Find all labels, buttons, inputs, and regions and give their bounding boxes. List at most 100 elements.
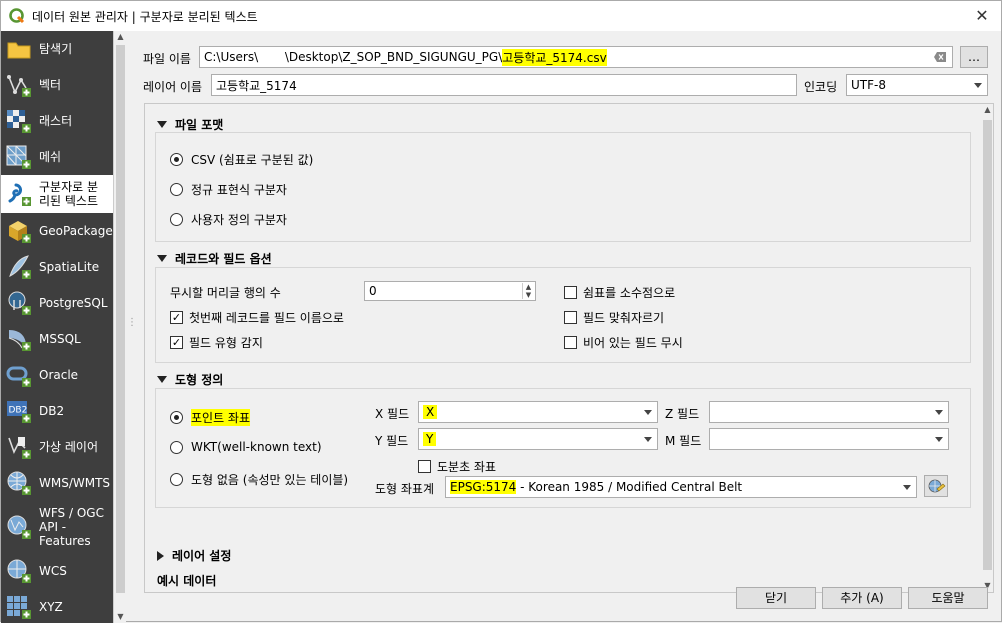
file-path-prefix: C:\Users\ \Desktop\Z_SOP_BND_SIGUNGU_PG\ [204, 50, 503, 64]
options-scroll-area: 파일 포맷 CSV (쉼표로 구분된 값) 정규 표현식 구분자 사용자 정의 … [144, 103, 994, 593]
sidebar-item-label: 구분자로 분 리된 텍스트 [39, 180, 98, 208]
m-field-select[interactable] [709, 428, 949, 450]
radio-custom-delimiter[interactable]: 사용자 정의 구분자 [170, 211, 287, 228]
expand-arrow-icon [157, 550, 164, 561]
virtual-layer-icon [8, 437, 31, 459]
section-title: 예시 데이터 [157, 574, 217, 588]
source-list: 탐색기 벡터 래스터 메쉬 구분자로 분 리된 텍스트 GeoPackage S… [1, 31, 113, 623]
radio-regex[interactable]: 정규 표현식 구분자 [170, 181, 287, 198]
browse-button[interactable]: … [960, 46, 988, 68]
checkbox-label: 도분초 좌표 [437, 460, 497, 474]
sidebar-item-virtual-layer[interactable]: 가상 레이어 [1, 429, 113, 465]
source-sidebar: 탐색기 벡터 래스터 메쉬 구분자로 분 리된 텍스트 GeoPackage S… [1, 31, 126, 623]
spin-arrows-icon[interactable]: ▲ ▼ [522, 283, 534, 299]
sidebar-item-geopackage[interactable]: GeoPackage [1, 213, 113, 249]
sidebar-item-spatialite[interactable]: SpatiaLite [1, 249, 113, 285]
sidebar-item-label: MSSQL [39, 332, 81, 346]
radio-wkt[interactable]: WKT(well-known text) [170, 440, 322, 454]
window-title: 데이터 원본 관리자 | 구분자로 분리된 텍스트 [32, 9, 258, 24]
decimal-comma-checkbox[interactable]: 쉼표를 소수점으로 [564, 284, 675, 301]
sidebar-item-raster[interactable]: 래스터 [1, 103, 113, 139]
splitter-handle[interactable]: ⋮ [127, 317, 137, 331]
help-button[interactable]: 도움말 [908, 587, 988, 609]
checkbox-label: 필드 맞춰자르기 [583, 311, 665, 325]
projection-globe-icon [928, 479, 946, 493]
record-options-section-header[interactable]: 레코드와 필드 옵션 [157, 250, 272, 267]
sidebar-item-mesh[interactable]: 메쉬 [1, 139, 113, 175]
sidebar-scrollbar[interactable]: ▲ ▼ [113, 31, 126, 623]
file-name-label: 파일 이름 [143, 52, 191, 66]
data-source-manager-window: 데이터 원본 관리자 | 구분자로 분리된 텍스트 ✕ 탐색기 벡터 래스터 메… [0, 0, 1002, 623]
collapse-arrow-icon [157, 255, 167, 262]
add-button[interactable]: 추가 (A) [822, 587, 902, 609]
db2-icon: DB2 [7, 401, 31, 423]
sidebar-scroll-thumb[interactable] [116, 45, 125, 593]
radio-point-coordinates[interactable]: 포인트 좌표 [170, 409, 251, 426]
geopackage-icon [9, 221, 31, 243]
dms-coordinates-checkbox[interactable]: 도분초 좌표 [418, 458, 496, 475]
file-format-section-header[interactable]: 파일 포맷 [157, 116, 223, 133]
x-field-select[interactable]: X [418, 401, 658, 423]
sidebar-item-mssql[interactable]: MSSQL [1, 321, 113, 357]
section-title: 파일 포맷 [175, 118, 224, 132]
checkbox-indicator: ✓ [170, 311, 183, 324]
geometry-group: 포인트 좌표 WKT(well-known text) 도형 없음 (속성만 있… [155, 388, 971, 508]
scroll-up-icon[interactable]: ▲ [981, 104, 993, 116]
file-path-input[interactable]: C:\Users\ \Desktop\Z_SOP_BND_SIGUNGU_PG\… [199, 46, 953, 68]
detect-field-types-checkbox[interactable]: ✓ 필드 유형 감지 [170, 334, 263, 351]
radio-indicator [170, 411, 183, 424]
sidebar-item-oracle[interactable]: Oracle [1, 357, 113, 393]
chevron-down-icon [935, 437, 943, 442]
options-scroll-thumb[interactable] [983, 120, 992, 570]
checkbox-indicator: ✓ [170, 336, 183, 349]
scroll-up-icon[interactable]: ▲ [114, 31, 127, 43]
sidebar-item-vector[interactable]: 벡터 [1, 67, 113, 103]
section-title: 도형 정의 [175, 373, 224, 387]
sidebar-item-db2[interactable]: DB2 DB2 [1, 393, 113, 429]
clear-field-icon[interactable] [934, 52, 946, 62]
close-window-icon[interactable]: ✕ [973, 7, 991, 25]
crs-name: - Korean 1985 / Modified Central Belt [516, 480, 743, 494]
crs-selector-button[interactable] [924, 475, 948, 497]
x-field-value: X [423, 405, 438, 419]
sidebar-item-browser[interactable]: 탐색기 [1, 31, 113, 67]
geometry-section-header[interactable]: 도형 정의 [157, 371, 223, 388]
main-panel: 파일 이름 C:\Users\ \Desktop\Z_SOP_BND_SIGUN… [136, 31, 1001, 623]
radio-csv[interactable]: CSV (쉼표로 구분된 값) [170, 151, 313, 168]
raster-icon [7, 110, 31, 133]
sidebar-item-wcs[interactable]: WCS [1, 553, 113, 589]
radio-no-geometry[interactable]: 도형 없음 (속성만 있는 테이블) [170, 471, 348, 488]
layer-settings-section-header[interactable]: 레이어 설정 [157, 547, 231, 564]
radio-indicator [170, 213, 183, 226]
sidebar-item-xyz[interactable]: XYZ [1, 589, 113, 623]
options-scrollbar[interactable]: ▲ ▼ [981, 104, 993, 592]
skip-header-spinbox[interactable]: 0 ▲ ▼ [364, 281, 536, 301]
checkbox-label: 비어 있는 필드 무시 [583, 336, 683, 350]
radio-indicator [170, 473, 183, 486]
section-title: 레코드와 필드 옵션 [175, 252, 272, 266]
checkbox-label: 쉼표를 소수점으로 [583, 286, 676, 300]
xyz-icon [7, 596, 31, 619]
mssql-icon [8, 330, 31, 351]
sidebar-item-delimited-text[interactable]: 구분자로 분 리된 텍스트 [1, 175, 113, 213]
sidebar-item-postgresql[interactable]: PostgreSQL [1, 285, 113, 321]
skip-header-value: 0 [369, 284, 377, 298]
discard-empty-fields-checkbox[interactable]: 비어 있는 필드 무시 [564, 334, 683, 351]
first-record-checkbox[interactable]: ✓ 첫번째 레코드를 필드 이름으로 [170, 309, 344, 326]
close-button[interactable]: 닫기 [736, 587, 816, 609]
checkbox-indicator [564, 286, 577, 299]
sidebar-item-label: PostgreSQL [39, 296, 108, 310]
chevron-down-icon [935, 410, 943, 415]
sidebar-item-label: Oracle [39, 368, 79, 382]
file-format-group: CSV (쉼표로 구분된 값) 정규 표현식 구분자 사용자 정의 구분자 [155, 132, 971, 242]
encoding-select[interactable]: UTF-8 [846, 74, 988, 96]
layer-name-input[interactable]: 고등학교_5174 [211, 74, 797, 96]
section-title: 레이어 설정 [172, 549, 232, 563]
z-field-select[interactable] [709, 401, 949, 423]
sidebar-item-wms-wmts[interactable]: WMS/WMTS [1, 465, 113, 501]
sidebar-item-wfs[interactable]: WFS / OGC API - Features [1, 501, 113, 553]
crs-select[interactable]: EPSG:5174 - Korean 1985 / Modified Centr… [445, 476, 917, 498]
trim-fields-checkbox[interactable]: 필드 맞춰자르기 [564, 309, 664, 326]
y-field-select[interactable]: Y [418, 428, 658, 450]
scroll-down-icon[interactable]: ▼ [114, 611, 127, 623]
